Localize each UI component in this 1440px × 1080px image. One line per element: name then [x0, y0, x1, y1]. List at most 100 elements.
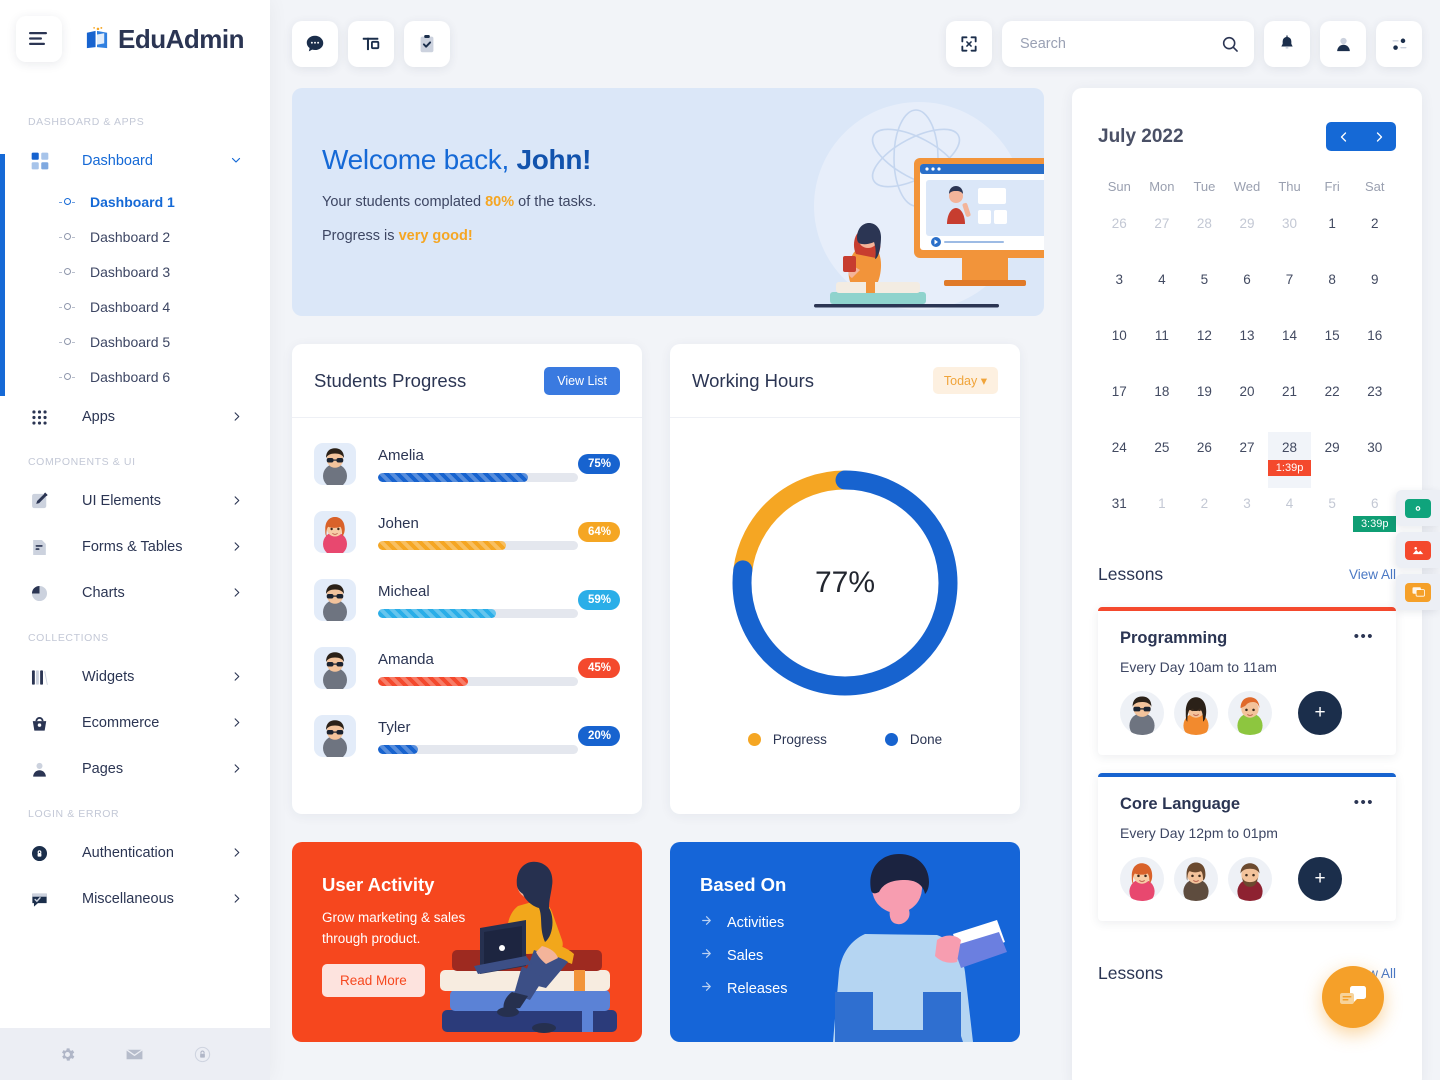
calendar-day-cell[interactable]: 8 [1311, 264, 1354, 320]
calendar-day-cell[interactable]: 10 [1098, 320, 1141, 376]
chevron-right-icon[interactable] [231, 671, 242, 684]
layout-button[interactable] [348, 21, 394, 67]
sidebar-subitem-dashboard-3[interactable]: Dashboard 3 [0, 254, 270, 289]
calendar-day-cell[interactable]: 23 [1353, 376, 1396, 432]
sidebar-item-miscellaneous[interactable]: Miscellaneous [0, 876, 270, 922]
sidebar-item-pages[interactable]: Pages [0, 746, 270, 792]
more-horizontal-icon[interactable]: ••• [1354, 629, 1374, 644]
calendar-day-cell[interactable]: 5 [1183, 264, 1226, 320]
calendar-day-cell[interactable]: 26 [1183, 432, 1226, 488]
calendar-day-cell[interactable]: 17 [1098, 376, 1141, 432]
sidebar-item-dashboard[interactable]: Dashboard [0, 138, 270, 184]
calendar-day-cell[interactable]: 28 1:39p [1268, 432, 1311, 488]
calendar-day-cell[interactable]: 16 [1353, 320, 1396, 376]
calendar-day-cell[interactable]: 3 [1098, 264, 1141, 320]
calendar-day-cell[interactable]: 22 [1311, 376, 1354, 432]
calendar-day-cell[interactable]: 1 [1141, 488, 1184, 544]
chat-fab-button[interactable] [1322, 966, 1384, 1028]
calendar-day-cell[interactable]: 24 [1098, 432, 1141, 488]
more-horizontal-icon[interactable]: ••• [1354, 795, 1374, 810]
chevron-down-icon[interactable] [230, 154, 242, 168]
calendar-next-button[interactable] [1361, 122, 1396, 151]
calendar-day-cell[interactable]: 3 [1226, 488, 1269, 544]
lock-icon[interactable] [193, 1045, 212, 1064]
calendar-day-cell[interactable]: 26 [1098, 208, 1141, 264]
calendar-day-cell[interactable]: 9 [1353, 264, 1396, 320]
calendar-day-cell[interactable]: 31 [1098, 488, 1141, 544]
calendar-day-cell[interactable]: 1 [1311, 208, 1354, 264]
calendar-day-cell[interactable]: 12 [1183, 320, 1226, 376]
sidebar-subitem-dashboard-6[interactable]: Dashboard 6 [0, 359, 270, 394]
calendar-day-cell[interactable]: 19 [1183, 376, 1226, 432]
calendar-day-cell[interactable]: 28 [1183, 208, 1226, 264]
lessons-view-all-link[interactable]: View All [1349, 567, 1396, 582]
calendar-day-cell[interactable]: 4 [1268, 488, 1311, 544]
chat-widget-button[interactable] [1396, 574, 1440, 610]
calendar-day-cell[interactable]: 2 [1353, 208, 1396, 264]
sidebar-item-widgets[interactable]: Widgets [0, 654, 270, 700]
search-input[interactable] [1020, 36, 1220, 52]
calendar-day-cell[interactable]: 2 [1183, 488, 1226, 544]
sidebar-subitem-dashboard-4[interactable]: Dashboard 4 [0, 289, 270, 324]
today-filter-dropdown[interactable]: Today ▾ [932, 367, 998, 394]
sidebar-item-authentication[interactable]: Authentication [0, 830, 270, 876]
calendar-day-cell[interactable]: 6 [1226, 264, 1269, 320]
calendar-day-cell[interactable]: 7 [1268, 264, 1311, 320]
calendar-day-cell[interactable]: 14 [1268, 320, 1311, 376]
sidebar-subitem-dashboard-5[interactable]: Dashboard 5 [0, 324, 270, 359]
chevron-right-icon[interactable] [231, 763, 242, 776]
calendar-event-badge[interactable]: 3:39p [1353, 516, 1396, 532]
student-row[interactable]: Amanda 45% [314, 634, 620, 702]
calendar-day-cell[interactable]: 21 [1268, 376, 1311, 432]
search-icon[interactable] [1220, 34, 1240, 54]
calendar-day-cell[interactable]: 18 [1141, 376, 1184, 432]
calendar-day-cell[interactable]: 15 [1311, 320, 1354, 376]
sidebar-item-ui-elements[interactable]: UI Elements [0, 478, 270, 524]
add-participant-button[interactable]: + [1298, 691, 1342, 735]
settings-button[interactable] [1376, 21, 1422, 67]
sidebar-item-ecommerce[interactable]: Ecommerce [0, 700, 270, 746]
chat-bubble-button[interactable] [292, 21, 338, 67]
student-row[interactable]: Johen 64% [314, 498, 620, 566]
search-box[interactable] [1002, 21, 1254, 67]
clipboard-button[interactable] [404, 21, 450, 67]
calendar-day-cell[interactable]: 6 3:39p [1353, 488, 1396, 544]
student-row[interactable]: Amelia 75% [314, 430, 620, 498]
calendar-day-cell[interactable]: 20 [1226, 376, 1269, 432]
chevron-right-icon[interactable] [231, 411, 242, 424]
gear-icon[interactable] [59, 1046, 76, 1063]
calendar-event-badge[interactable]: 1:39p [1268, 460, 1311, 476]
calendar-day-cell[interactable]: 30 [1268, 208, 1311, 264]
view-list-button[interactable]: View List [544, 366, 620, 395]
calendar-day-cell[interactable]: 5 [1311, 488, 1354, 544]
sidebar-subitem-dashboard-2[interactable]: Dashboard 2 [0, 219, 270, 254]
chevron-right-icon[interactable] [231, 541, 242, 554]
image-widget-button[interactable] [1396, 532, 1440, 568]
calendar-day-cell[interactable]: 29 [1226, 208, 1269, 264]
calendar-day-cell[interactable]: 4 [1141, 264, 1184, 320]
sidebar-item-charts[interactable]: Charts [0, 570, 270, 616]
calendar-day-cell[interactable]: 11 [1141, 320, 1184, 376]
chevron-right-icon[interactable] [231, 893, 242, 906]
calendar-day-cell[interactable]: 25 [1141, 432, 1184, 488]
student-row[interactable]: Tyler 20% [314, 702, 620, 770]
read-more-button[interactable]: Read More [322, 963, 425, 997]
fullscreen-button[interactable] [946, 21, 992, 67]
add-participant-button[interactable]: + [1298, 857, 1342, 901]
chevron-right-icon[interactable] [231, 847, 242, 860]
calendar-day-cell[interactable]: 27 [1226, 432, 1269, 488]
calendar-day-cell[interactable]: 30 [1353, 432, 1396, 488]
chevron-right-icon[interactable] [231, 587, 242, 600]
sidebar-subitem-dashboard-1[interactable]: Dashboard 1 [0, 184, 270, 219]
brand-logo-area[interactable]: EduAdmin [84, 24, 245, 55]
chevron-right-icon[interactable] [231, 717, 242, 730]
calendar-day-cell[interactable]: 27 [1141, 208, 1184, 264]
sidebar-item-forms-tables[interactable]: Forms & Tables [0, 524, 270, 570]
notifications-button[interactable] [1264, 21, 1310, 67]
camera-widget-button[interactable] [1396, 490, 1440, 526]
calendar-prev-button[interactable] [1326, 122, 1361, 151]
chevron-right-icon[interactable] [231, 495, 242, 508]
calendar-day-cell[interactable]: 29 [1311, 432, 1354, 488]
sidebar-item-apps[interactable]: Apps [0, 394, 270, 440]
student-row[interactable]: Micheal 59% [314, 566, 620, 634]
